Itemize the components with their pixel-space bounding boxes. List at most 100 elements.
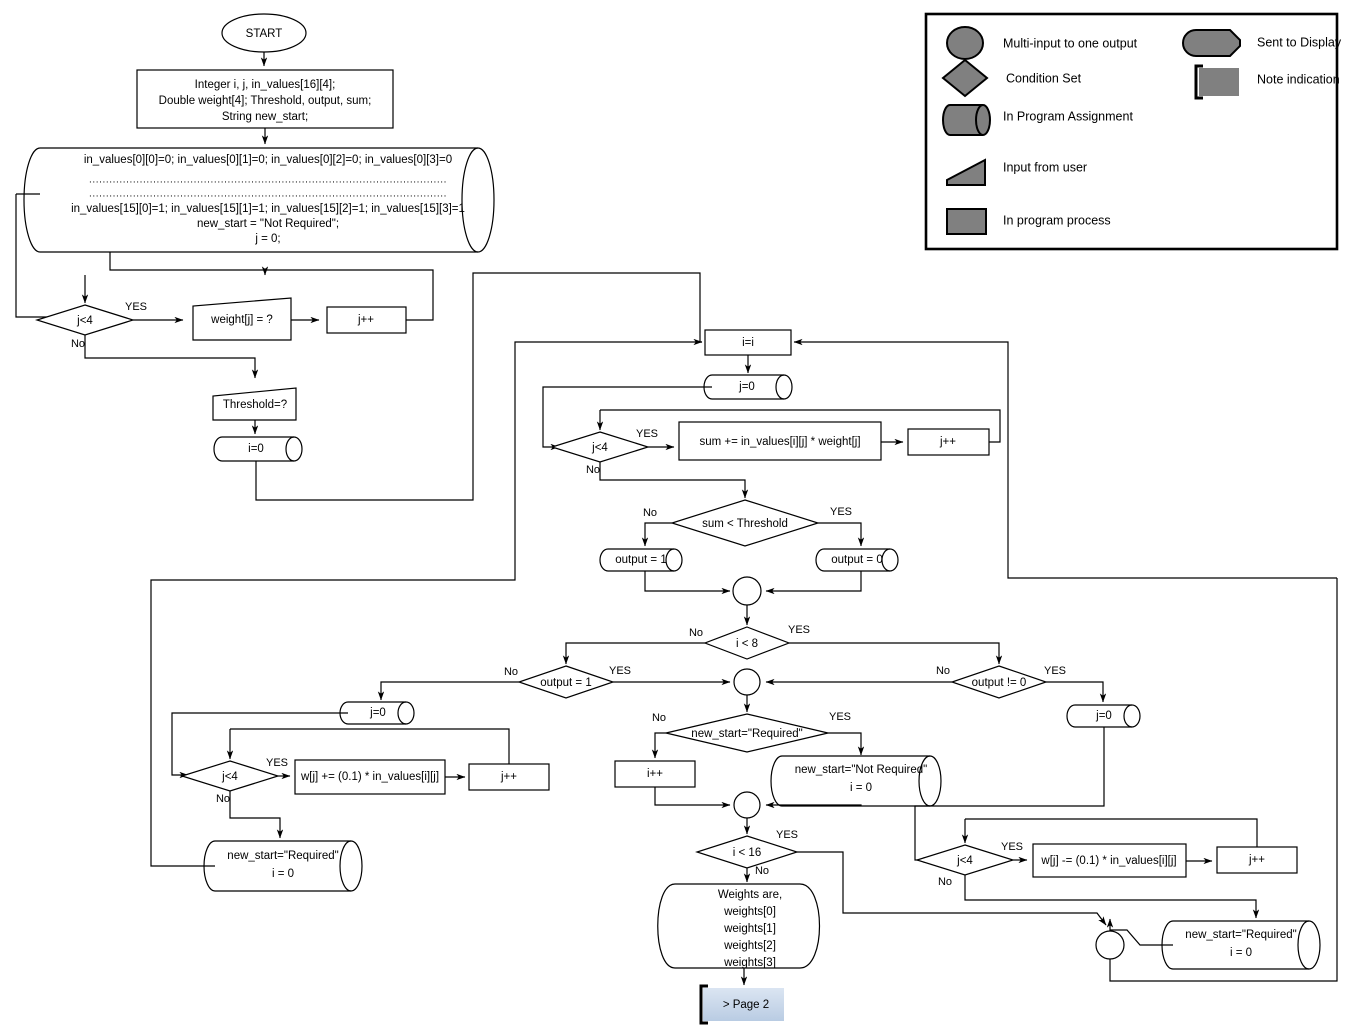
display-line-1: Weights are,	[718, 889, 782, 901]
legend-note-icon	[1194, 64, 1239, 100]
legend-cylinder-icon	[942, 104, 991, 136]
legend-label-6: Note indication	[1257, 72, 1340, 86]
declare-line-1: Integer i, j, in_values[16][4];	[195, 79, 336, 91]
node-j-eq-0-left: j=0	[339, 701, 415, 725]
edge-label-out0-no: No	[936, 665, 950, 677]
w-inc-label: w[j] += (0.1) * in_values[i][j]	[300, 771, 439, 783]
display-line-3: weights[1]	[723, 923, 776, 935]
init-dots-2: ........................................…	[89, 189, 447, 200]
legend-circle-icon	[946, 26, 984, 60]
edge-label-j4d-yes: YES	[1001, 841, 1023, 853]
node-cond-j4-c: j<4	[179, 760, 281, 792]
node-i-eq-0: i=0	[213, 436, 303, 462]
node-jpp-b: j++	[907, 428, 990, 456]
node-w-increment: w[j] += (0.1) * in_values[i][j]	[294, 759, 446, 795]
jpp-d-label: j++	[1248, 854, 1265, 866]
new-start-notreq-line-2: i = 0	[850, 782, 872, 794]
legend-label-0: Multi-input to one output	[1003, 36, 1138, 50]
cond-output-eq1-label: output = 1	[540, 677, 591, 689]
legend-label-2: In Program Assignment	[1003, 109, 1133, 123]
new-start-req-right-line-2: i = 0	[1230, 947, 1252, 959]
weight-input-label: weight[j] = ?	[210, 314, 273, 326]
node-new-start-required-left: new_start="Required" i = 0	[203, 840, 363, 892]
node-declarations: Integer i, j, in_values[16][4]; Double w…	[136, 69, 394, 129]
node-new-start-required-right: new_start="Required" i = 0	[1161, 920, 1321, 970]
node-cond-sum-threshold: sum < Threshold	[670, 499, 820, 547]
edge-label-i8-yes: YES	[788, 624, 810, 636]
jpp-a-label: j++	[357, 314, 374, 326]
node-display-weights: Weights are, weights[0] weights[1] weigh…	[657, 883, 821, 969]
new-start-req-left-line-2: i = 0	[272, 868, 294, 880]
cond-i16-label: i < 16	[733, 847, 761, 859]
edge-label-i8-no: No	[689, 627, 703, 639]
node-w-decrement: w[j] -= (0.1) * in_values[i][j]	[1032, 843, 1187, 878]
i-eq-i-label: i=i	[742, 337, 754, 349]
display-line-5: weights[3]	[723, 957, 776, 969]
node-output-eq-1: output = 1	[599, 548, 683, 572]
node-sum-calc: sum += in_values[i][j] * weight[j]	[678, 421, 882, 461]
page-2-label: > Page 2	[723, 999, 769, 1011]
cond-j4-d-label: j<4	[956, 855, 973, 867]
flowchart-canvas: Multi-input to one output Condition Set …	[0, 0, 1353, 1031]
node-init-assignment: in_values[0][0]=0; in_values[0][1]=0; in…	[23, 147, 495, 253]
edge-label-i16-yes: YES	[776, 829, 798, 841]
legend-label-3: Input from user	[1003, 160, 1087, 174]
edge-label-j4b-no: No	[586, 464, 600, 476]
edge-label-j4b-yes: YES	[636, 428, 658, 440]
node-jpp-d: j++	[1216, 846, 1298, 874]
flowchart-svg: Multi-input to one output Condition Set …	[15, 12, 1342, 1025]
w-dec-label: w[j] -= (0.1) * in_values[i][j]	[1040, 855, 1176, 867]
node-weight-input: weight[j] = ?	[192, 297, 292, 341]
edge-label-j4a-yes: YES	[125, 301, 147, 313]
start-label: START	[246, 28, 283, 40]
cond-sum-label: sum < Threshold	[702, 518, 788, 530]
node-cond-j4-b: j<4	[549, 431, 651, 463]
edge-label-j4a-no: No	[71, 338, 85, 350]
edge-label-j4d-no: No	[938, 876, 952, 888]
legend-label-5: Sent to Display	[1257, 35, 1342, 49]
node-jpp-a: j++	[326, 306, 407, 334]
edge-label-out1-yes: YES	[609, 665, 631, 677]
legend-label-4: In program process	[1003, 213, 1111, 227]
init-line-1: in_values[0][0]=0; in_values[0][1]=0; in…	[84, 154, 452, 166]
node-j-eq-0-mid: j=0	[703, 374, 793, 400]
new-start-req-left-line-1: new_start="Required"	[227, 850, 338, 862]
legend-label-1: Condition Set	[1006, 71, 1082, 85]
edge-label-sum-yes: YES	[830, 506, 852, 518]
display-line-2: weights[0]	[723, 906, 776, 918]
edge-label-j4c-no: No	[216, 793, 230, 805]
output-eq-0-label: output = 0	[831, 554, 882, 566]
legend-rect-icon	[946, 208, 987, 235]
edge-label-j4c-yes: YES	[266, 757, 288, 769]
node-page-2-note[interactable]: > Page 2	[699, 984, 784, 1025]
edge-label-sum-no: No	[643, 507, 657, 519]
cond-j4-a-label: j<4	[76, 315, 93, 327]
j-eq-0-mid-label: j=0	[738, 381, 755, 393]
j-eq-0-left-label: j=0	[369, 707, 386, 719]
output-eq-1-label: output = 1	[615, 554, 666, 566]
node-new-start-not-required: new_start="Not Required" i = 0	[770, 755, 942, 807]
cond-output-ne0-label: output != 0	[972, 677, 1027, 689]
cond-j4-b-label: j<4	[591, 442, 608, 454]
legend-display-icon	[1182, 29, 1241, 57]
new-start-req-right-line-1: new_start="Required"	[1185, 929, 1296, 941]
connector-merge-4	[1095, 930, 1125, 960]
display-line-4: weights[2]	[723, 940, 776, 952]
init-dots-1: ........................................…	[89, 175, 447, 186]
init-line-2: in_values[15][0]=1; in_values[15][1]=1; …	[71, 203, 465, 215]
jpp-b-label: j++	[939, 436, 956, 448]
ipp-mid-label: i++	[647, 768, 663, 780]
node-cond-output-ne-0: output != 0	[950, 665, 1048, 699]
cond-j4-c-label: j<4	[221, 771, 238, 783]
node-cond-j4-a: j<4	[34, 304, 136, 336]
cond-new-start-label: new_start="Required"	[691, 728, 802, 740]
legend-panel: Multi-input to one output Condition Set …	[924, 12, 1342, 251]
node-jpp-c: j++	[468, 763, 550, 791]
edge-label-ns-no: No	[652, 712, 666, 724]
i-eq-0-label: i=0	[248, 443, 264, 455]
init-line-4: j = 0;	[254, 233, 280, 245]
j-eq-0-right-label: j=0	[1095, 710, 1112, 722]
init-line-3: new_start = "Not Required";	[197, 218, 339, 230]
declare-line-2: Double weight[4]; Threshold, output, sum…	[159, 95, 372, 107]
node-ipp-mid: i++	[614, 760, 696, 788]
